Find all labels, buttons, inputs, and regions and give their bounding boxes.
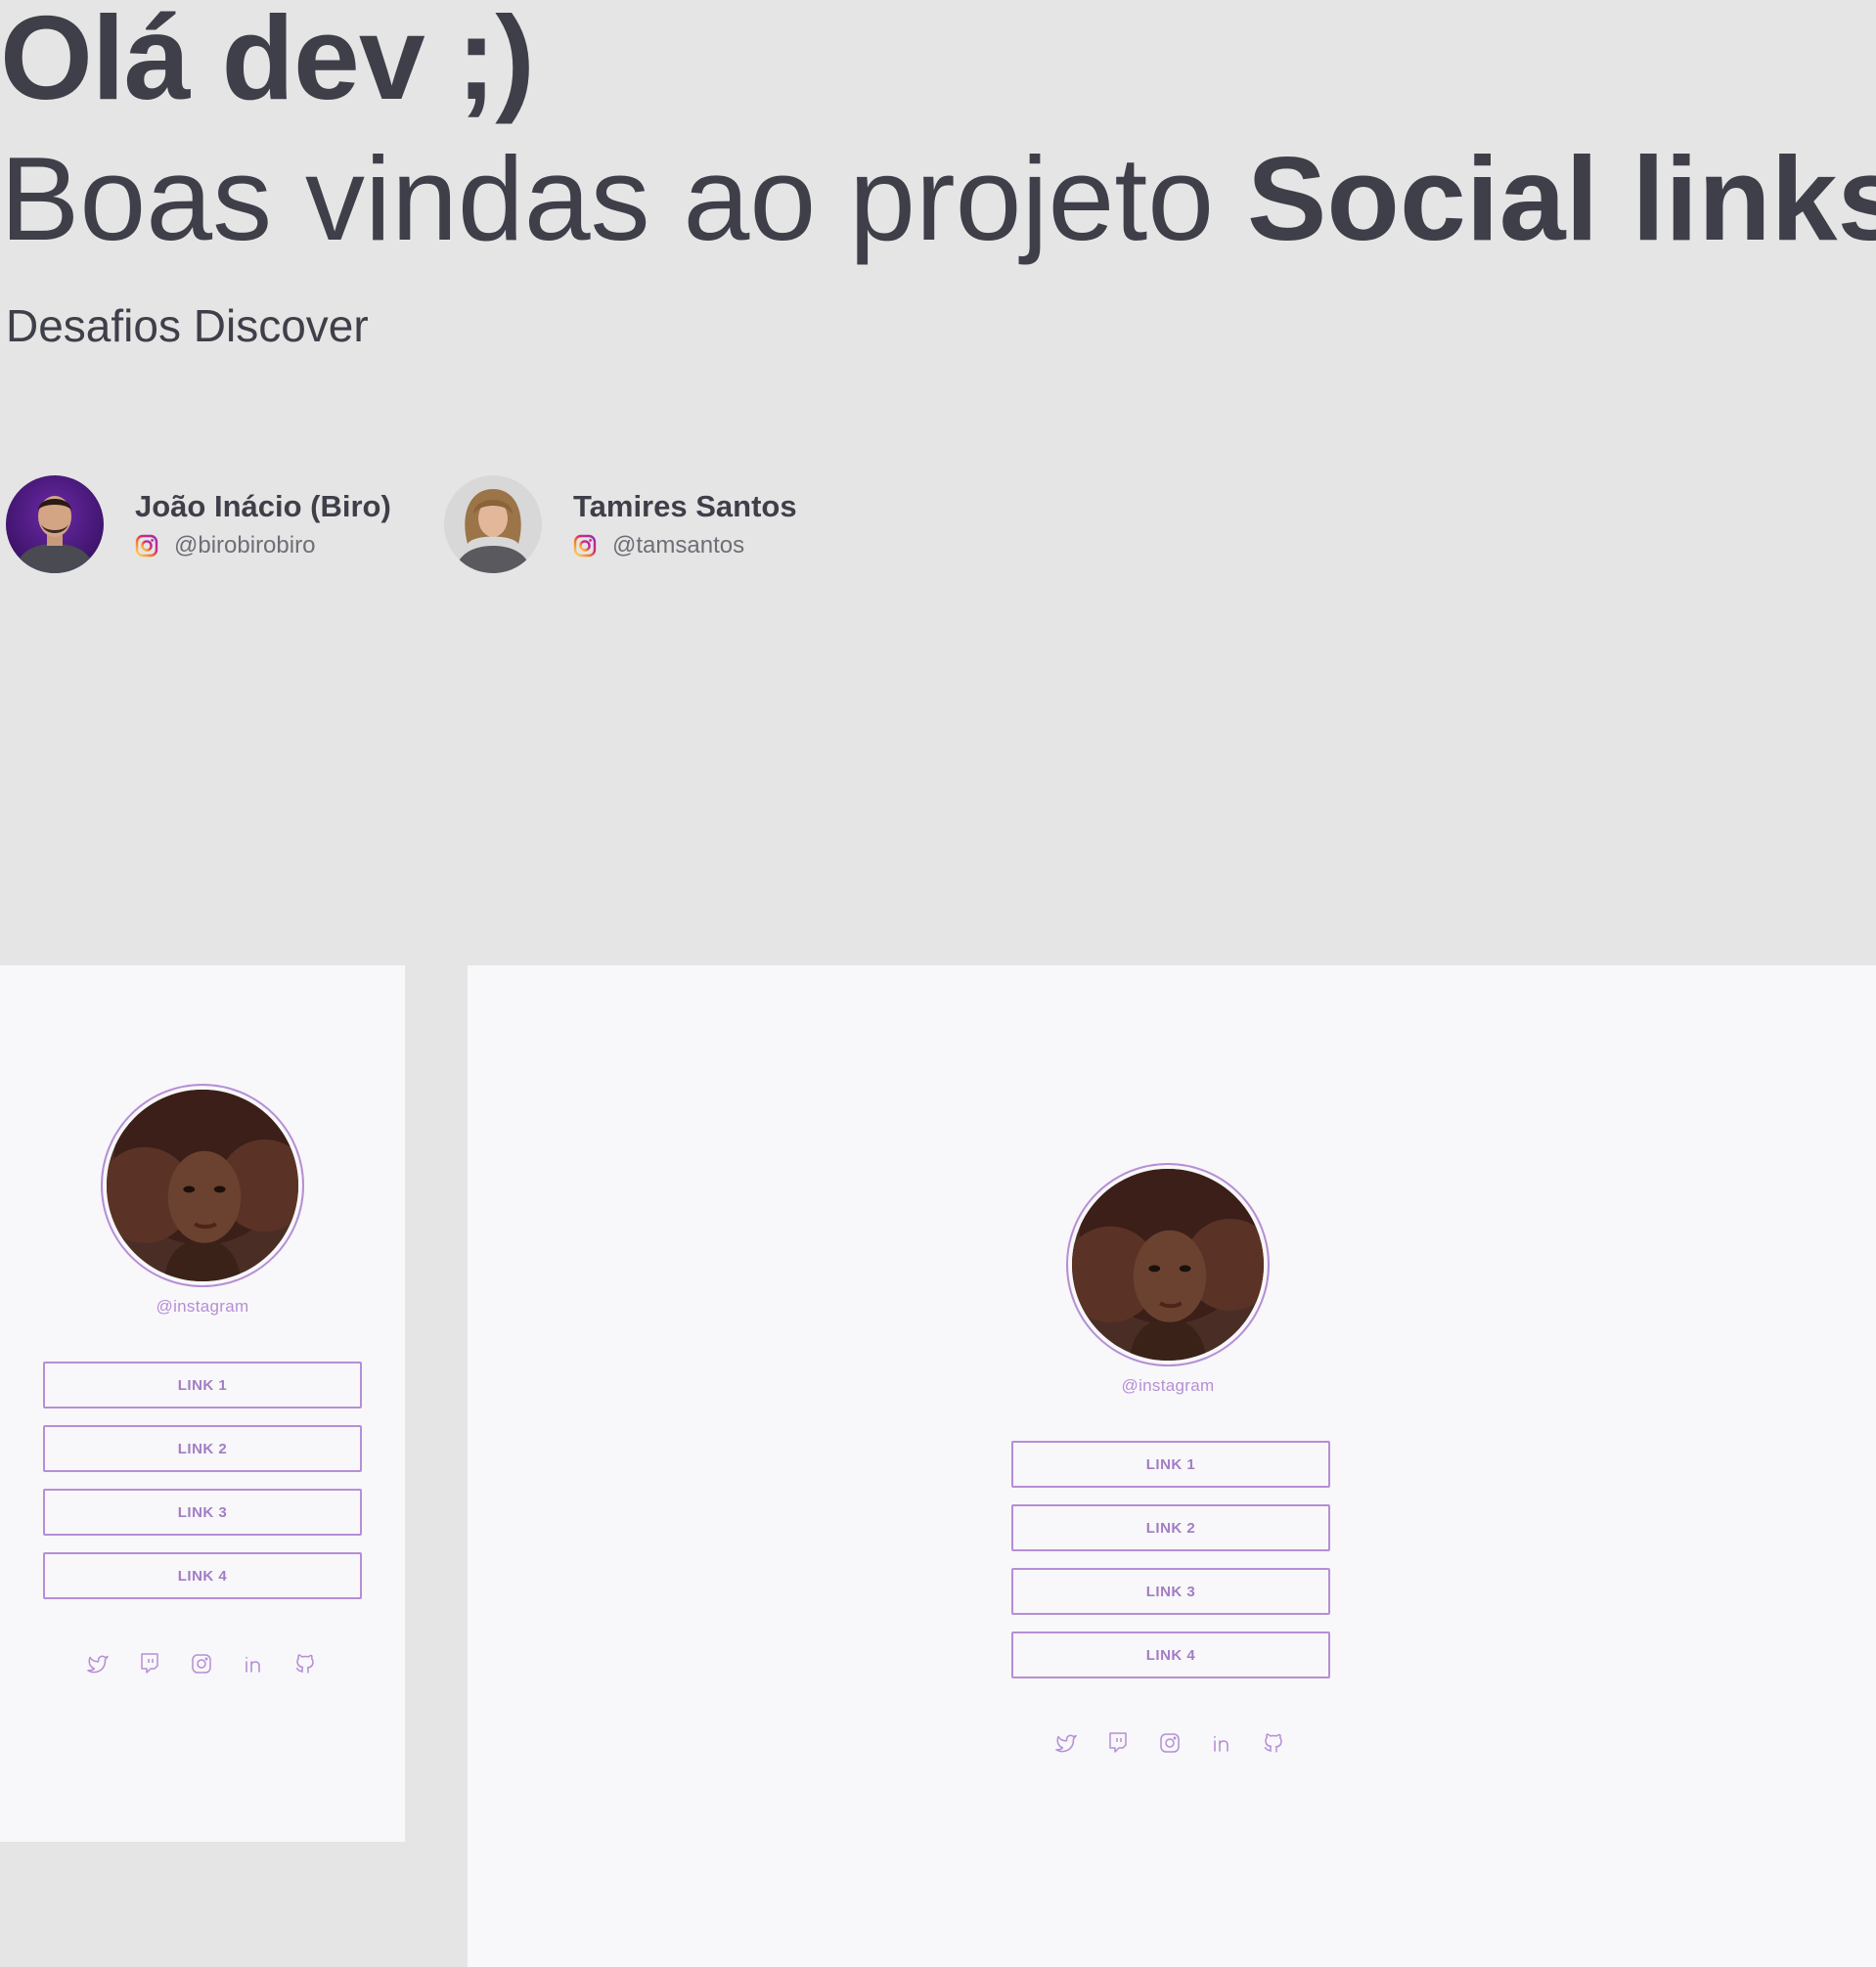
twitter-icon[interactable] (1054, 1731, 1078, 1755)
hero-welcome: Boas vindas ao projeto Social links (0, 127, 1876, 270)
author-social-row[interactable]: @tamsantos (573, 532, 744, 559)
mobile-preview: @instagram LINK 1 LINK 2 LINK 3 LINK 4 (0, 965, 405, 1842)
link-3-button[interactable]: LINK 3 (1011, 1568, 1330, 1615)
hero-greeting: Olá dev ;) (0, 0, 535, 124)
link-4-button[interactable]: LINK 4 (1011, 1632, 1330, 1678)
profile-avatar (101, 1084, 304, 1287)
profile-handle[interactable]: @instagram (1050, 1376, 1285, 1396)
social-icons (86, 1652, 317, 1679)
link-1-button[interactable]: LINK 1 (1011, 1441, 1330, 1488)
github-icon[interactable] (1262, 1731, 1285, 1755)
author-name: João Inácio (Biro) (135, 489, 391, 523)
instagram-icon[interactable] (1158, 1731, 1182, 1755)
twitch-icon[interactable] (138, 1652, 161, 1676)
desktop-preview: @instagram LINK 1 LINK 2 LINK 3 LINK 4 (468, 965, 1876, 1967)
author-social-row[interactable]: @birobirobiro (135, 532, 315, 559)
link-4-button[interactable]: LINK 4 (43, 1552, 362, 1599)
github-icon[interactable] (293, 1652, 317, 1676)
link-1-button[interactable]: LINK 1 (43, 1362, 362, 1408)
twitter-icon[interactable] (86, 1652, 110, 1676)
link-2-button[interactable]: LINK 2 (43, 1425, 362, 1472)
social-icons (1054, 1731, 1285, 1759)
profile-avatar (1066, 1163, 1270, 1366)
author-avatar (444, 475, 542, 573)
linkedin-icon[interactable] (242, 1652, 265, 1676)
link-2-button[interactable]: LINK 2 (1011, 1504, 1330, 1551)
instagram-icon[interactable] (190, 1652, 213, 1676)
author-avatar (6, 475, 104, 573)
twitch-icon[interactable] (1106, 1731, 1130, 1755)
link-3-button[interactable]: LINK 3 (43, 1489, 362, 1536)
author-name: Tamires Santos (573, 489, 797, 523)
author-handle[interactable]: @tamsantos (612, 532, 744, 559)
profile-handle[interactable]: @instagram (85, 1297, 320, 1317)
welcome-prefix: Boas vindas ao projeto (0, 132, 1248, 265)
instagram-icon (135, 534, 158, 558)
hero-tagline: Desafios Discover (6, 300, 369, 351)
instagram-icon (573, 534, 597, 558)
project-name: Social links (1247, 132, 1876, 265)
linkedin-icon[interactable] (1210, 1731, 1233, 1755)
author-handle[interactable]: @birobirobiro (174, 532, 315, 559)
